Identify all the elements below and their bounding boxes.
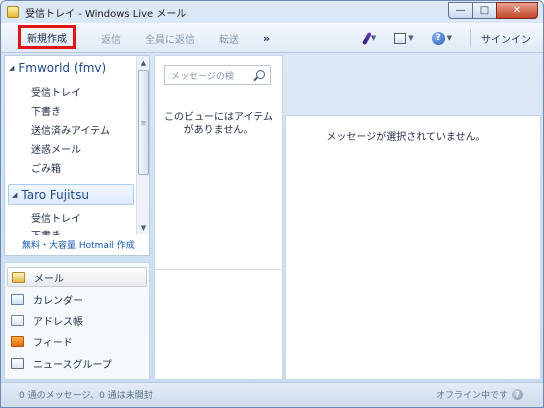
message-list-pane: メッセージの検 このビューにはアイテム がありません。 xyxy=(154,55,283,380)
search-placeholder: メッセージの検 xyxy=(171,71,234,82)
mail-icon xyxy=(12,271,25,283)
folder-inbox[interactable]: 受信トレイ xyxy=(31,84,81,99)
scroll-thumb[interactable]: ≡ xyxy=(138,70,149,175)
connection-status: オフライン中です ? xyxy=(436,388,523,401)
nav-contacts[interactable]: アドレス帳 xyxy=(11,310,83,330)
reply-button[interactable]: 返信 xyxy=(89,31,133,46)
scroll-up-icon[interactable]: ▲ xyxy=(137,56,150,69)
collapse-triangle-icon[interactable]: ◢ xyxy=(9,64,14,72)
maximize-button[interactable]: □ xyxy=(472,2,497,19)
nav-newsgroups[interactable]: ニュースグループ xyxy=(11,353,112,373)
help-menu-button[interactable]: ? ▼ xyxy=(431,31,452,45)
color-menu-button[interactable]: ▼ xyxy=(361,31,377,45)
forward-button[interactable]: 転送 xyxy=(207,31,251,46)
nav-calendar[interactable]: カレンダー xyxy=(11,289,83,309)
toolbar: 新規作成 返信 全員に返信 転送 » ▼ ▼ ? ▼ サインイン xyxy=(1,23,543,53)
list-divider xyxy=(155,269,282,270)
folder-scrollbar[interactable]: ▲ ≡ ▼ xyxy=(136,56,149,234)
reading-pane: メッセージが選択されていません。 xyxy=(285,55,541,380)
folder-drafts[interactable]: 下書き xyxy=(31,227,61,235)
folder-junk[interactable]: 迷惑メール xyxy=(31,141,81,156)
help-icon: ? xyxy=(431,31,445,45)
chevron-down-icon: ▼ xyxy=(370,34,377,42)
scroll-down-icon[interactable]: ▼ xyxy=(137,221,150,234)
close-button[interactable]: ✕ xyxy=(496,2,538,19)
search-icon[interactable] xyxy=(256,70,265,79)
help-icon[interactable]: ? xyxy=(512,389,523,400)
mail-app-icon xyxy=(7,6,19,18)
status-bar: 0 通のメッセージ、0 通は未開封 オフライン中です ? xyxy=(1,382,543,407)
no-selection-message: メッセージが選択されていません。 xyxy=(326,132,486,143)
empty-line-1: このビューにはアイテム xyxy=(164,112,273,123)
empty-line-2: がありません。 xyxy=(183,125,254,136)
folder-pane: ◢ Fmworld (fmv) 受信トレイ 下書き 送信済みアイテム 迷惑メール… xyxy=(4,55,150,256)
folder-drafts[interactable]: 下書き xyxy=(31,103,61,118)
chevron-down-icon: ▼ xyxy=(408,34,414,42)
more-commands-button[interactable]: » xyxy=(251,32,282,45)
toolbar-divider xyxy=(470,29,471,47)
account-name: Taro Fujitsu xyxy=(21,187,89,202)
toolbar-actions: 返信 全員に返信 転送 » xyxy=(89,23,282,53)
address-book-icon xyxy=(11,314,24,326)
nav-label: フィード xyxy=(33,337,73,349)
rss-feed-icon xyxy=(11,335,24,347)
app-window: 受信トレイ - Windows Live メール — □ ✕ 新規作成 返信 全… xyxy=(0,0,544,408)
message-count: 0 通のメッセージ、0 通は未開封 xyxy=(19,391,153,401)
account-name: Fmworld (fmv) xyxy=(18,61,107,75)
calendar-icon xyxy=(11,293,24,305)
minimize-button[interactable]: — xyxy=(448,2,473,19)
window-title: 受信トレイ - Windows Live メール xyxy=(25,8,187,20)
reply-all-button[interactable]: 全員に返信 xyxy=(133,31,207,46)
offline-label: オフライン中です xyxy=(435,391,508,401)
view-menu-button[interactable]: ▼ xyxy=(394,32,414,44)
navigation-pane: メール カレンダー アドレス帳 フィード ニュースグループ xyxy=(4,262,150,380)
caption-buttons: — □ ✕ xyxy=(448,2,538,19)
folder-sent[interactable]: 送信済みアイテム xyxy=(31,122,110,137)
folder-inbox[interactable]: 受信トレイ xyxy=(31,210,81,225)
nav-label: カレンダー xyxy=(33,295,83,307)
nav-label: メール xyxy=(34,273,64,285)
newsgroup-icon xyxy=(11,357,24,369)
toolbar-right: ▼ ▼ ? ▼ サインイン xyxy=(361,23,531,53)
title-bar: 受信トレイ - Windows Live メール — □ ✕ xyxy=(1,1,543,23)
collapse-triangle-icon[interactable]: ◢ xyxy=(12,191,17,199)
signin-button[interactable]: サインイン xyxy=(481,31,531,46)
chevron-down-icon: ▼ xyxy=(446,34,452,42)
new-message-button[interactable]: 新規作成 xyxy=(18,25,76,49)
reading-pane-body: メッセージが選択されていません。 xyxy=(285,115,541,380)
nav-label: アドレス帳 xyxy=(33,316,83,328)
nav-feeds[interactable]: フィード xyxy=(11,331,73,351)
message-search-box[interactable]: メッセージの検 xyxy=(164,65,271,85)
layout-icon xyxy=(394,32,407,44)
hotmail-signup-link[interactable]: 無料・大容量 Hotmail 作成 xyxy=(22,238,135,251)
nav-mail[interactable]: メール xyxy=(7,267,147,287)
nav-label: ニュースグループ xyxy=(33,359,112,371)
empty-view-message: このビューにはアイテム がありません。 xyxy=(161,111,276,137)
account-header-fmworld[interactable]: ◢ Fmworld (fmv) xyxy=(9,61,106,75)
account-header-taro[interactable]: ◢ Taro Fujitsu xyxy=(8,184,134,205)
folder-trash[interactable]: ごみ箱 xyxy=(31,160,61,175)
